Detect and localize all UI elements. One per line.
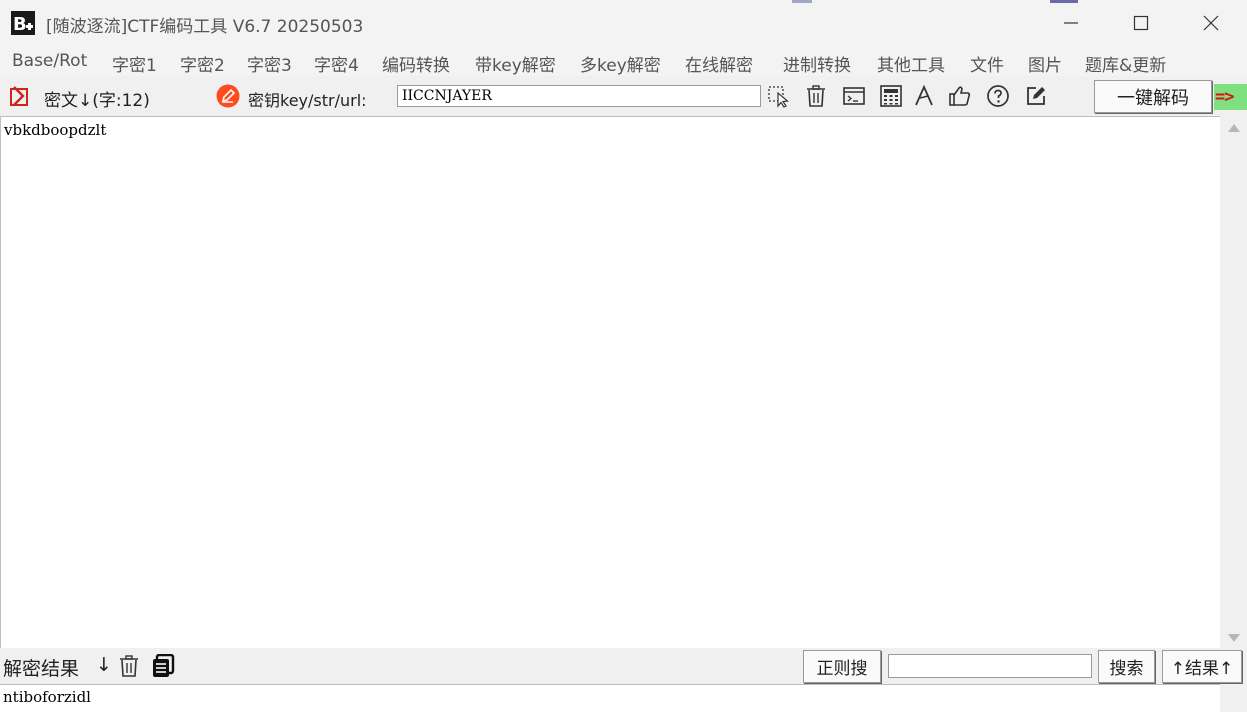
menu-char-cipher-3[interactable]: 字密3: [247, 51, 292, 76]
thumbs-up-icon[interactable]: [948, 84, 972, 108]
cipher-text-area[interactable]: vbkdboopdzlt: [0, 116, 1220, 648]
menu-key-decrypt[interactable]: 带key解密: [475, 51, 556, 76]
search-input[interactable]: [888, 654, 1092, 678]
help-icon[interactable]: [986, 84, 1010, 108]
cipher-scrollbar[interactable]: [1220, 116, 1247, 648]
close-button[interactable]: [1176, 0, 1246, 46]
menu-other-tools[interactable]: 其他工具: [877, 51, 945, 76]
copy-icon[interactable]: [151, 654, 175, 678]
title-bar: B [随波逐流]CTF编码工具 V6.7 20250503: [0, 0, 1247, 46]
result-text-area[interactable]: ntiboforzidl: [0, 684, 1220, 712]
menu-char-cipher-4[interactable]: 字密4: [314, 51, 359, 76]
result-to-cipher-button[interactable]: ↑结果↑: [1162, 650, 1242, 683]
menu-base-convert[interactable]: 进制转换: [783, 51, 851, 76]
app-logo-icon: B: [11, 11, 35, 35]
cursor-select-icon[interactable]: [767, 84, 791, 108]
app-window: B [随波逐流]CTF编码工具 V6.7 20250503 Base/Rot 字…: [0, 0, 1247, 712]
menu-image[interactable]: 图片: [1028, 51, 1062, 76]
result-bar: 解密结果 ↓ 正则搜 搜索 ↑结果↑: [0, 648, 1247, 684]
menu-multi-key-decrypt[interactable]: 多key解密: [580, 51, 661, 76]
terminal-icon[interactable]: [842, 84, 866, 108]
result-scrollbar[interactable]: [1220, 684, 1247, 712]
edit-icon[interactable]: [1024, 84, 1048, 108]
menu-file[interactable]: 文件: [970, 51, 1004, 76]
minimize-button[interactable]: [1036, 0, 1106, 46]
svg-text:B: B: [13, 14, 27, 35]
arrow-down-icon: ↓: [96, 654, 112, 676]
regex-search-button[interactable]: 正则搜: [803, 650, 881, 683]
key-label: 密钥key/str/url:: [248, 91, 367, 110]
window-title: [随波逐流]CTF编码工具 V6.7 20250503: [46, 17, 364, 37]
menu-bar: Base/Rot 字密1 字密2 字密3 字密4 编码转换 带key解密 多ke…: [0, 46, 1247, 76]
search-button[interactable]: 搜索: [1098, 650, 1155, 683]
background-artifact: [792, 0, 812, 3]
close-icon: [1203, 15, 1219, 31]
menu-base-rot[interactable]: Base/Rot: [12, 51, 87, 71]
trash-icon[interactable]: [117, 654, 141, 678]
import-icon[interactable]: [9, 85, 31, 107]
menu-online-decrypt[interactable]: 在线解密: [685, 51, 753, 76]
trash-icon[interactable]: [804, 84, 828, 108]
maximize-icon: [1133, 15, 1149, 31]
cipher-text-label: 密文↓(字:12): [44, 91, 150, 111]
menu-char-cipher-1[interactable]: 字密1: [112, 51, 157, 76]
scroll-up-icon[interactable]: [1228, 124, 1240, 132]
maximize-button[interactable]: [1106, 0, 1176, 46]
menu-char-cipher-2[interactable]: 字密2: [180, 51, 225, 76]
font-icon[interactable]: [912, 84, 936, 108]
result-label: 解密结果: [3, 658, 80, 680]
toolbar: 密文↓(字:12) 密钥key/str/url: IICCNJAYER 一键解码…: [0, 76, 1247, 116]
minimize-icon: [1064, 22, 1078, 24]
key-edit-icon[interactable]: [216, 84, 240, 108]
cipher-text-content: vbkdboopdzlt: [4, 121, 107, 139]
menu-questions-update[interactable]: 题库&更新: [1085, 51, 1166, 76]
decode-all-button[interactable]: 一键解码: [1094, 80, 1212, 113]
menu-encoding-convert[interactable]: 编码转换: [382, 51, 450, 76]
scroll-down-icon[interactable]: [1228, 634, 1240, 642]
calculator-icon[interactable]: [879, 84, 903, 108]
result-text-content: ntiboforzidl: [3, 688, 91, 706]
key-input[interactable]: [397, 85, 761, 107]
arrow-indicator: =>: [1214, 84, 1247, 110]
